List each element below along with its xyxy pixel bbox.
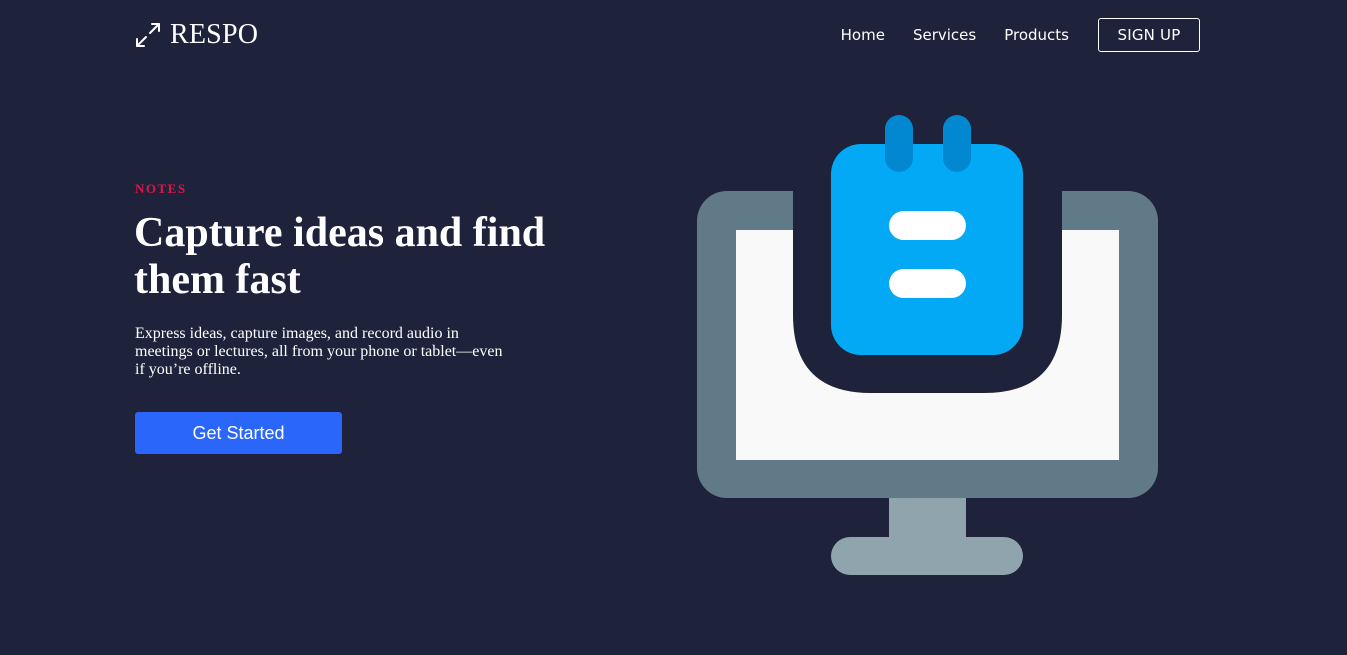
get-started-button[interactable]: Get Started bbox=[135, 412, 342, 454]
expand-arrows-icon bbox=[136, 23, 160, 47]
monitor-with-notepad-icon bbox=[690, 110, 1165, 585]
sign-up-button[interactable]: SIGN UP bbox=[1098, 18, 1200, 52]
nav-link-services[interactable]: Services bbox=[913, 17, 976, 53]
hero-headline: Capture ideas and find them fast bbox=[134, 210, 546, 303]
nav-link-home[interactable]: Home bbox=[841, 17, 885, 53]
section-eyebrow: NOTES bbox=[135, 181, 187, 196]
main-nav: Home Services Products SIGN UP bbox=[841, 17, 1200, 53]
nav-link-products[interactable]: Products bbox=[1004, 17, 1069, 53]
logo-text: RESPO bbox=[170, 19, 259, 50]
logo[interactable]: RESPO bbox=[134, 18, 258, 52]
site-header: RESPO Home Services Products SIGN UP bbox=[0, 0, 1347, 70]
hero-description: Express ideas, capture images, and recor… bbox=[135, 325, 503, 378]
